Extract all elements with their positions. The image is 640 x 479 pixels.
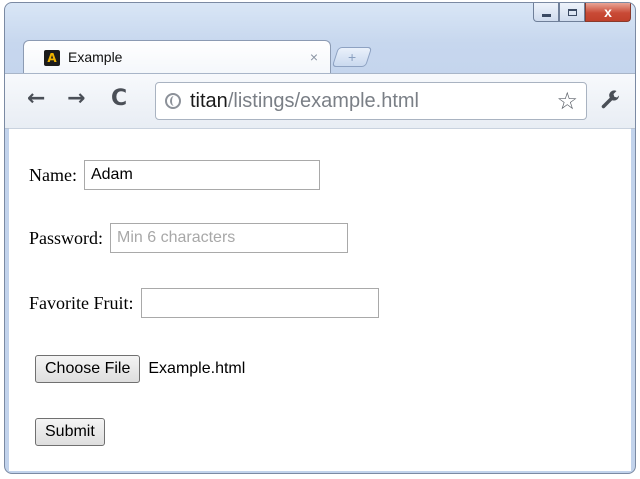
- fruit-row: Favorite Fruit:: [29, 288, 379, 318]
- password-input[interactable]: Min 6 characters: [110, 223, 349, 253]
- bookmark-star-button[interactable]: ☆: [556, 87, 578, 115]
- globe-icon: [165, 93, 181, 109]
- maximize-icon: [567, 8, 577, 16]
- selected-file-name: Example.html: [148, 360, 246, 377]
- wrench-icon: [601, 90, 620, 109]
- page-content: Name: Adam Password: Min 6 characters Fa…: [9, 128, 631, 471]
- submit-row: Submit: [35, 418, 105, 446]
- url-path: /listings/example.html: [227, 90, 419, 112]
- plus-icon: +: [347, 49, 357, 65]
- arrow-right-icon: →: [67, 86, 86, 111]
- fruit-input[interactable]: [140, 288, 379, 318]
- browser-toolbar: ← → C titan/listings/example.html ☆: [5, 73, 635, 129]
- menu-button[interactable]: [599, 89, 623, 119]
- close-window-button[interactable]: x: [585, 3, 631, 22]
- reload-button[interactable]: C: [111, 88, 127, 110]
- name-label: Name:: [29, 164, 77, 185]
- file-row: Choose File Example.html: [35, 355, 245, 383]
- a-logo-icon: A: [44, 50, 60, 66]
- tab-title: Example: [68, 49, 123, 65]
- maximize-button[interactable]: [559, 3, 585, 22]
- minimize-button[interactable]: [533, 3, 559, 22]
- window-controls: x: [533, 3, 631, 22]
- forward-button[interactable]: →: [67, 88, 85, 110]
- new-tab-button[interactable]: +: [331, 47, 373, 67]
- fruit-label: Favorite Fruit:: [29, 292, 134, 313]
- back-button[interactable]: ←: [27, 88, 45, 110]
- password-label: Password:: [29, 227, 104, 248]
- url-text: titan/listings/example.html: [190, 90, 419, 113]
- name-input[interactable]: Adam: [83, 160, 320, 190]
- star-icon: ☆: [556, 87, 578, 115]
- url-host: titan: [190, 90, 228, 112]
- arrow-left-icon: ←: [27, 86, 46, 111]
- close-icon: x: [604, 4, 612, 20]
- name-row: Name: Adam: [29, 160, 320, 190]
- password-row: Password: Min 6 characters: [29, 223, 349, 253]
- reload-icon: C: [111, 86, 128, 111]
- address-bar[interactable]: titan/listings/example.html ☆: [155, 82, 587, 120]
- submit-button[interactable]: Submit: [35, 418, 105, 446]
- tab-close-button[interactable]: ×: [310, 49, 318, 65]
- browser-window: x A Example × + ← → C titan/listings/exa…: [4, 2, 636, 474]
- tab-example[interactable]: A Example ×: [23, 40, 331, 74]
- minimize-icon: [541, 13, 551, 17]
- choose-file-button[interactable]: Choose File: [35, 355, 141, 383]
